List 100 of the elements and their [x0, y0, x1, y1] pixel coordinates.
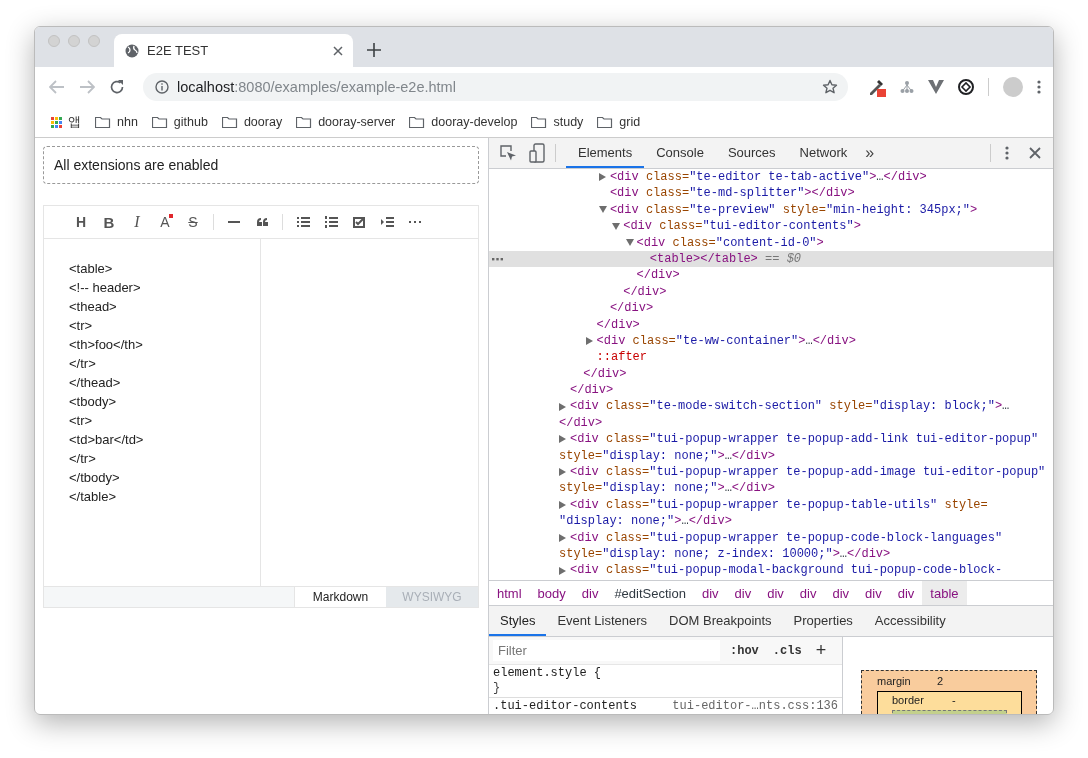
heading-button[interactable]: H — [67, 210, 95, 234]
dom-node-row[interactable]: <div class="tui-popup-modal-background tui-popup-code-block- — [489, 562, 1053, 579]
dom-node-row[interactable]: <div class="te-preview" style="min-height: 345px;"> — [489, 201, 1053, 219]
code-line: </div> — [623, 283, 667, 301]
circle-badge-icon[interactable] — [958, 79, 974, 95]
breadcrumb[interactable]: table — [922, 581, 967, 605]
breadcrumb[interactable]: div — [573, 581, 607, 605]
menu-icon[interactable] — [1005, 146, 1009, 160]
triangle-icon[interactable] — [625, 239, 634, 247]
panel-tab[interactable]: DOM Breakpoints — [658, 606, 783, 636]
menu-icon[interactable] — [1037, 80, 1041, 94]
folder-icon[interactable] — [296, 115, 313, 129]
bookmark-link[interactable]: grid — [619, 115, 641, 129]
bookmark-link[interactable]: nhn — [117, 115, 138, 129]
panel-tab[interactable]: Accessibility — [863, 606, 957, 636]
triangle-icon[interactable] — [559, 402, 566, 411]
breadcrumb[interactable]: div — [889, 581, 923, 605]
panel-tab[interactable]: Event Listeners — [546, 606, 658, 636]
devtools-tab[interactable]: Network — [787, 138, 860, 168]
text-color-button[interactable]: A — [151, 210, 179, 234]
apps-grid-icon[interactable] — [51, 116, 62, 128]
code-line: <div class="te-preview" style="min-height: 345px;"> — [609, 201, 978, 219]
new-rule-button[interactable]: + — [811, 640, 835, 661]
triangle-icon[interactable] — [559, 435, 566, 444]
code-line: <tr> — [69, 317, 93, 335]
breadcrumb[interactable]: div — [791, 581, 825, 605]
devtools-tab[interactable]: Sources — [715, 138, 788, 168]
numbered-list-icon[interactable] — [324, 216, 338, 228]
dom-node-row[interactable]: <div class="tui-popup-wrapper te-popup-add-image tui-editor-popup" style="display: none;">…</div> — [489, 464, 1053, 497]
strikethrough-button[interactable]: S — [179, 210, 207, 234]
dom-node-row[interactable]: <div class="te-mode-switch-section" style="display: block;">… </div> — [489, 398, 1053, 432]
dom-node-row[interactable]: <div class="tui-editor-contents"> — [489, 218, 1053, 235]
triangle-icon[interactable] — [559, 533, 566, 542]
breadcrumb[interactable]: div — [726, 581, 760, 605]
indent-icon[interactable] — [380, 217, 394, 227]
bullet-list-icon[interactable] — [296, 217, 310, 227]
bookmark-link[interactable]: dooray-develop — [431, 115, 518, 129]
dom-node-row[interactable]: <div class="content-id-0"> — [489, 234, 1053, 251]
devtools-tab[interactable]: Console — [644, 138, 716, 168]
panel-tab[interactable]: Properties — [782, 606, 864, 636]
breadcrumb[interactable]: div — [693, 581, 727, 605]
dom-node-row[interactable]: <div class="tui-popup-wrapper te-popup-add-link tui-editor-popup" style="display: none;">…</div> — [489, 431, 1053, 465]
close-icon[interactable] — [333, 45, 343, 56]
dom-node-row[interactable]: <div class="te-editor te-tab-active">…</div> — [489, 169, 1053, 186]
triangle-icon[interactable] — [612, 222, 621, 230]
box-label: margin — [877, 675, 912, 687]
breadcrumb[interactable]: div — [824, 581, 858, 605]
more-icon[interactable] — [492, 257, 503, 261]
filter-field[interactable]: Filter — [493, 640, 720, 661]
breadcrumb[interactable]: div — [857, 581, 890, 605]
bold-button[interactable]: B — [95, 210, 123, 234]
bookmark-link[interactable]: dooray-server — [318, 115, 396, 129]
quote-icon[interactable] — [256, 218, 268, 226]
star-icon[interactable] — [822, 79, 838, 95]
checkbox-icon[interactable] — [353, 216, 365, 228]
eyedropper-icon[interactable] — [868, 77, 886, 97]
folder-icon[interactable] — [221, 115, 238, 129]
folder-icon[interactable] — [597, 115, 614, 129]
dom-node-row[interactable]: <table></table> == $0 — [489, 250, 1053, 268]
inspect-icon[interactable] — [499, 144, 517, 162]
tree-icon[interactable] — [900, 80, 914, 94]
folder-icon[interactable] — [95, 115, 111, 129]
dom-node-row[interactable]: <div class="te-ww-container">…</div> — [489, 332, 1053, 350]
class-button[interactable]: .cls — [768, 643, 806, 658]
breadcrumb[interactable]: body — [529, 581, 574, 605]
triangle-icon[interactable] — [559, 468, 566, 477]
dom-node-row[interactable]: <div class="tui-popup-wrapper te-popup-table-utils" style= "display: none;">…</div> — [489, 496, 1053, 530]
bookmark-link[interactable]: study — [553, 115, 584, 129]
bookmark-link[interactable]: dooray — [243, 115, 283, 129]
triangle-icon[interactable] — [559, 501, 566, 509]
address-bar[interactable]: localhost:8080/examples/example-e2e.html — [143, 73, 848, 101]
reload-icon[interactable] — [109, 79, 125, 95]
devtools-tab[interactable]: Elements — [566, 138, 645, 168]
url-text: localhost:8080/examples/example-e2e.html — [177, 79, 457, 95]
more-tabs-button[interactable]: » — [859, 144, 881, 162]
bookmark-link[interactable]: github — [173, 115, 208, 129]
hover-state-button[interactable]: :hov — [726, 643, 763, 658]
dom-node-row[interactable]: ::after — [489, 349, 1053, 366]
code-line: <div class="te-mode-switch-section" style="display: block;">… — [570, 398, 1010, 415]
triangle-icon[interactable] — [559, 566, 566, 575]
source-link[interactable]: tui-editor-…nts.css:136 — [672, 699, 838, 714]
new-tab-icon[interactable] — [367, 43, 381, 57]
folder-icon[interactable] — [531, 115, 548, 129]
breadcrumb[interactable]: #editSection — [606, 581, 694, 605]
triangle-icon[interactable] — [598, 173, 606, 182]
triangle-icon[interactable] — [585, 337, 593, 346]
close-icon[interactable] — [1029, 147, 1041, 159]
folder-icon[interactable] — [409, 115, 426, 129]
folder-icon[interactable] — [151, 115, 168, 129]
bookmark-link[interactable]: 앱 — [68, 113, 81, 131]
device-icon[interactable] — [529, 143, 545, 163]
triangle-icon[interactable] — [598, 206, 607, 214]
dom-node-row[interactable]: <div class="te-md-splitter"></div> — [489, 185, 1053, 202]
italic-button[interactable]: I — [123, 210, 151, 234]
dom-node-row[interactable]: <div class="tui-popup-wrapper te-popup-code-block-languages" style="display: none; z-index: 10000;">…</div> — [489, 529, 1053, 563]
breadcrumb[interactable]: html — [489, 581, 530, 605]
mode-tab[interactable]: Markdown — [294, 587, 386, 607]
breadcrumb[interactable]: div — [759, 581, 792, 605]
chevron-icon[interactable] — [928, 80, 944, 94]
browser-tab[interactable]: E2E TEST — [114, 34, 353, 67]
